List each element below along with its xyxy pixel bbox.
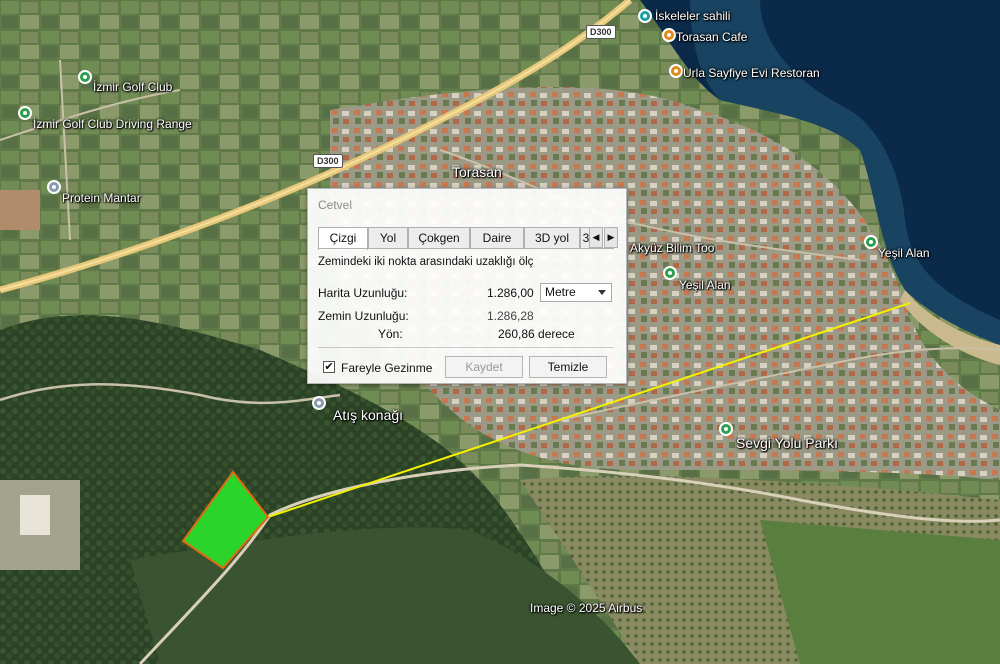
ruler-dialog[interactable]: Cetvel Çizgi Yol Çokgen Daire 3D yol 3 ◀…: [307, 188, 627, 384]
save-button[interactable]: Kaydet: [445, 356, 523, 378]
tab-line[interactable]: Çizgi: [318, 227, 368, 250]
clear-button[interactable]: Temizle: [529, 356, 607, 378]
label-atis-konagi[interactable]: Atış konağı: [333, 407, 403, 423]
d300-badge-mid: D300: [313, 154, 343, 168]
protein-pin-icon[interactable]: [47, 180, 61, 194]
tabs-scroll-left-icon[interactable]: ◀: [589, 227, 603, 248]
green-fields-right: [760, 520, 1000, 664]
tab-path[interactable]: Yol: [368, 227, 408, 248]
d300-badge-top: D300: [586, 25, 616, 39]
tab-3d-path[interactable]: 3D yol: [524, 227, 580, 248]
dialog-title: Cetvel: [318, 198, 353, 212]
mouse-nav-checkbox[interactable]: ✔: [323, 361, 335, 373]
label-golf-driving[interactable]: İzmir Golf Club Driving Range: [33, 117, 192, 131]
park-pin-icon-1[interactable]: [663, 266, 677, 280]
beach-pin-icon[interactable]: [638, 9, 652, 23]
restaurant-pin-icon[interactable]: [669, 64, 683, 78]
label-izmir-golf[interactable]: İzmir Golf Club: [93, 80, 172, 94]
label-torasan-cafe[interactable]: Torasan Cafe: [676, 30, 747, 44]
map-length-label: Harita Uzunluğu:: [318, 286, 408, 300]
heading-label: Yön:: [378, 327, 403, 341]
ground-length-value: 1.286,28: [487, 309, 534, 323]
park-pin-icon-2[interactable]: [864, 235, 878, 249]
tab-circle[interactable]: Daire: [470, 227, 524, 248]
cafe-pin-icon[interactable]: [662, 28, 676, 42]
mouse-nav-label[interactable]: Fareyle Gezinme: [341, 361, 432, 375]
ruler-tabs: Çizgi Yol Çokgen Daire 3D yol 3: [318, 227, 614, 250]
tab-polygon[interactable]: Çokgen: [408, 227, 470, 248]
chevron-down-icon: [598, 290, 606, 295]
atis-pin-icon[interactable]: [312, 396, 326, 410]
building-block-west: [0, 190, 40, 230]
label-sevgi-yolu[interactable]: Sevgi Yolu Parkı: [736, 435, 838, 451]
label-torasan[interactable]: Torasan: [452, 164, 502, 180]
label-yesil-alan-1[interactable]: Yeşil Alan: [679, 278, 731, 292]
golf-pin-icon[interactable]: [78, 70, 92, 84]
unit-select[interactable]: Metre: [540, 283, 612, 302]
label-akyuz[interactable]: Akyüz Bilim Too: [630, 241, 714, 255]
tabs-scroll-right-icon[interactable]: ▶: [604, 227, 618, 248]
label-yesil-alan-2[interactable]: Yeşil Alan: [878, 246, 930, 260]
unit-select-value: Metre: [545, 285, 576, 299]
map-length-value: 1.286,00: [487, 286, 534, 300]
label-protein[interactable]: Protein Mantar: [62, 191, 141, 205]
sevgi-pin-icon[interactable]: [719, 422, 733, 436]
imagery-copyright: Image © 2025 Airbus: [530, 601, 643, 615]
ruler-description: Zemindeki iki nokta arasındaki uzaklığı …: [318, 256, 534, 268]
label-sayfiye[interactable]: Urla Sayfiye Evi Restoran: [683, 66, 820, 80]
golf-range-pin-icon[interactable]: [18, 106, 32, 120]
ground-length-label: Zemin Uzunluğu:: [318, 309, 409, 323]
label-iskeleler[interactable]: İskeleler sahili: [655, 9, 730, 23]
heading-value: 260,86 derece: [498, 327, 575, 341]
